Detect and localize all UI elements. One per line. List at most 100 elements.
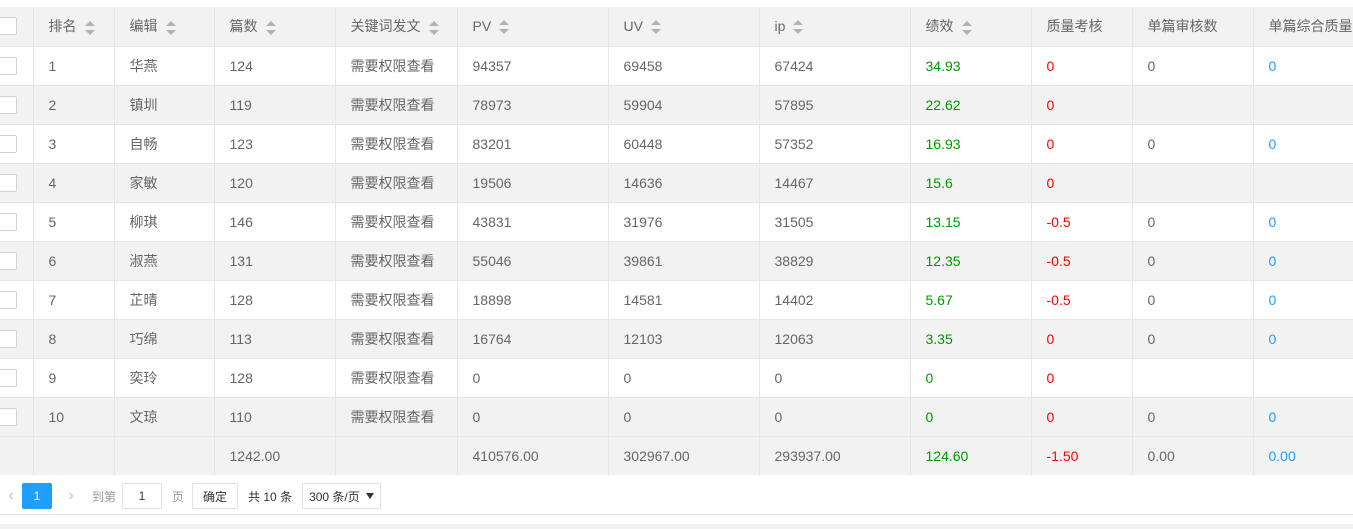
cell-editor: 巧绵 [114, 319, 215, 359]
row-select-cell [0, 85, 34, 125]
row-checkbox[interactable] [0, 134, 17, 153]
sort-icon[interactable] [428, 20, 439, 35]
pagination: ‹ 1 › 到第 页 确定 共 10 条 300 条/页 [0, 480, 381, 512]
cell-uv: 59904 [608, 85, 760, 125]
cell-uv: 14636 [608, 163, 760, 203]
totals-pv: 410576.00 [457, 436, 609, 475]
page-size-select[interactable]: 300 条/页 [302, 483, 381, 509]
cell-single-quality [1253, 85, 1353, 125]
row-checkbox[interactable] [0, 368, 17, 387]
cell-keyword-post: 需要权限查看 [335, 202, 458, 242]
confirm-button[interactable]: 确定 [192, 483, 239, 509]
sort-icon[interactable] [793, 20, 804, 35]
chevron-left-icon[interactable]: ‹ [0, 482, 22, 510]
goto-page-input[interactable] [122, 483, 163, 509]
cell-articles: 123 [214, 124, 336, 164]
sort-icon[interactable] [84, 20, 95, 35]
cell-quality-check: 0 [1030, 124, 1133, 164]
sort-icon[interactable] [650, 20, 661, 35]
table-row[interactable]: 5 柳琪 146 需要权限查看 43831 31976 31505 13.15 -0.5 0 0 [0, 202, 1353, 242]
totals-single-quality: 0.00 [1253, 436, 1353, 475]
page-size-value: 300 条/页 [309, 489, 360, 504]
cell-articles: 110 [214, 397, 336, 437]
header-articles[interactable]: 篇数 [214, 7, 336, 47]
cell-performance: 3.35 [910, 319, 1032, 359]
cell-single-quality [1253, 163, 1353, 203]
cell-uv: 60448 [608, 124, 760, 164]
table-row[interactable]: 3 自畅 123 需要权限查看 83201 60448 57352 16.93 0 0 0 [0, 124, 1353, 164]
cell-keyword-post: 需要权限查看 [335, 397, 458, 437]
cell-single-review-count: 0 [1132, 280, 1254, 320]
header-ip[interactable]: ip [759, 7, 911, 47]
cell-quality-check: -0.5 [1030, 202, 1133, 242]
table-row[interactable]: 10 文琼 110 需要权限查看 0 0 0 0 0 0 0 [0, 397, 1353, 437]
cell-single-review-count [1132, 85, 1254, 125]
cell-ip: 14402 [759, 280, 911, 320]
cell-single-review-count: 0 [1132, 124, 1254, 164]
cell-uv: 14581 [608, 280, 760, 320]
row-select-cell [0, 202, 34, 242]
cell-rank: 9 [33, 358, 115, 398]
cell-ip: 57352 [759, 124, 911, 164]
cell-single-quality: 0 [1253, 397, 1353, 437]
totals-empty-cell [335, 436, 458, 475]
row-checkbox[interactable] [0, 212, 17, 231]
chevron-right-icon[interactable]: › [56, 482, 86, 510]
header-performance[interactable]: 绩效 [910, 7, 1032, 47]
cell-pv: 78973 [457, 85, 609, 125]
cell-single-quality: 0 [1253, 319, 1353, 359]
row-select-cell [0, 397, 34, 437]
row-select-cell [0, 358, 34, 398]
row-select-cell [0, 46, 34, 86]
header-uv[interactable]: UV [608, 7, 760, 47]
cell-single-quality: 0 [1253, 46, 1353, 86]
cell-performance: 5.67 [910, 280, 1032, 320]
sort-icon[interactable] [961, 20, 972, 35]
cell-performance: 12.35 [910, 241, 1032, 281]
ranking-table-container: 排名 编辑 篇数 关键词发文 PV UV ip 绩效 质量考核 单篇审核数 单篇… [0, 7, 1353, 475]
current-page-button[interactable]: 1 [22, 483, 52, 509]
table-row[interactable]: 6 淑燕 131 需要权限查看 55046 39861 38829 12.35 -0.5 0 0 [0, 241, 1353, 281]
row-checkbox[interactable] [0, 251, 17, 270]
cell-pv: 55046 [457, 241, 609, 281]
header-ip-label: ip [774, 18, 786, 35]
cell-keyword-post: 需要权限查看 [335, 124, 458, 164]
row-checkbox[interactable] [0, 407, 17, 426]
row-checkbox[interactable] [0, 329, 17, 348]
header-articles-label: 篇数 [229, 18, 258, 35]
cell-ip: 0 [759, 358, 911, 398]
sort-icon[interactable] [265, 20, 276, 35]
table-row[interactable]: 2 镇圳 119 需要权限查看 78973 59904 57895 22.62 0 [0, 85, 1353, 125]
cell-quality-check: 0 [1030, 319, 1133, 359]
table-row[interactable]: 7 芷晴 128 需要权限查看 18898 14581 14402 5.67 -0.5 0 0 [0, 280, 1353, 320]
totals-row: 1242.00 410576.00 302967.00 293937.00 12… [0, 436, 1353, 475]
row-checkbox[interactable] [0, 290, 17, 309]
table-row[interactable]: 8 巧绵 113 需要权限查看 16764 12103 12063 3.35 0 0 0 [0, 319, 1353, 359]
table-row[interactable]: 1 华燕 124 需要权限查看 94357 69458 67424 34.93 0 0 0 [0, 46, 1353, 86]
header-keyword-post[interactable]: 关键词发文 [335, 7, 458, 47]
row-checkbox[interactable] [0, 56, 17, 75]
row-checkbox[interactable] [0, 95, 17, 114]
sort-icon[interactable] [499, 20, 510, 35]
table-row[interactable]: 4 家敏 120 需要权限查看 19506 14636 14467 15.6 0 [0, 163, 1353, 203]
cell-keyword-post: 需要权限查看 [335, 46, 458, 86]
totals-articles: 1242.00 [214, 436, 336, 475]
cell-performance: 0 [910, 358, 1032, 398]
cell-articles: 128 [214, 280, 336, 320]
cell-articles: 128 [214, 358, 336, 398]
header-rank[interactable]: 排名 [33, 7, 115, 47]
select-all-checkbox[interactable] [0, 17, 17, 36]
cell-single-quality: 0 [1253, 124, 1353, 164]
table-row[interactable]: 9 奕玲 128 需要权限查看 0 0 0 0 0 [0, 358, 1353, 398]
cell-uv: 39861 [608, 241, 760, 281]
totals-single-review-count: 0.00 [1132, 436, 1254, 475]
cell-editor: 淑燕 [114, 241, 215, 281]
divider [0, 514, 1353, 515]
sort-icon[interactable] [165, 20, 176, 35]
row-checkbox[interactable] [0, 173, 17, 192]
cell-rank: 6 [33, 241, 115, 281]
header-pv[interactable]: PV [457, 7, 609, 47]
cell-pv: 18898 [457, 280, 609, 320]
header-editor[interactable]: 编辑 [114, 7, 215, 47]
cell-uv: 69458 [608, 46, 760, 86]
